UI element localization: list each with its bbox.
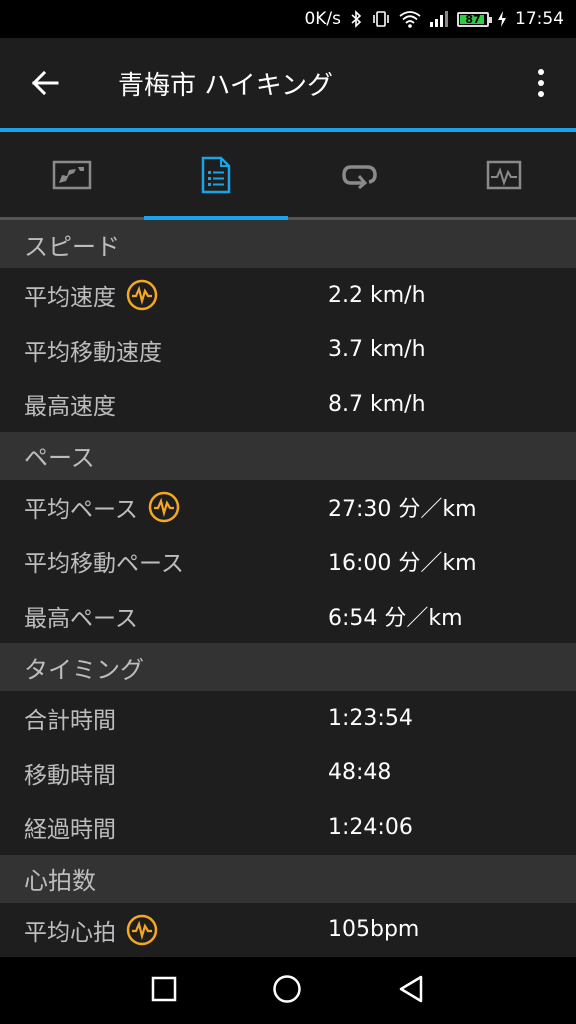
tab-charts[interactable] xyxy=(432,132,576,217)
wifi-icon xyxy=(399,10,421,28)
charging-icon xyxy=(497,10,507,28)
overflow-menu-button[interactable] xyxy=(506,38,576,128)
battery-icon: 87 xyxy=(457,11,492,27)
stat-value: 3.7 km/h xyxy=(328,337,426,363)
stat-value: 105bpm xyxy=(328,917,420,943)
stat-row: 移動時間 48:48 xyxy=(0,746,576,801)
tab-bar xyxy=(0,132,576,220)
signal-icon xyxy=(429,10,449,28)
stat-row: 平均心拍 105bpm xyxy=(0,903,576,958)
stat-label: 経過時間 xyxy=(24,817,116,844)
system-back-button[interactable] xyxy=(397,974,425,1008)
average-indicator-icon xyxy=(126,280,158,311)
chart-icon xyxy=(486,160,522,189)
stat-row: 平均移動速度 3.7 km/h xyxy=(0,323,576,378)
stat-label: 平均移動ペース xyxy=(24,551,184,578)
section-speed-header: スピード xyxy=(0,220,576,268)
section-timing-header: タイミング xyxy=(0,643,576,691)
arrow-left-icon xyxy=(31,70,59,96)
app-bar: 青梅市 ハイキング xyxy=(0,38,576,128)
tab-laps[interactable] xyxy=(288,132,432,217)
stat-row: 合計時間 1:23:54 xyxy=(0,691,576,746)
stat-row: 最高ペース 6:54 分／km xyxy=(0,589,576,644)
stat-label: 移動時間 xyxy=(24,762,116,789)
stat-row: 最高速度 8.7 km/h xyxy=(0,377,576,432)
stat-label: 平均速度 xyxy=(24,285,116,312)
triangle-back-icon xyxy=(399,975,423,1002)
map-icon xyxy=(52,160,92,189)
average-indicator-icon xyxy=(148,491,180,522)
stat-label: 平均ペース xyxy=(24,496,138,523)
stat-value: 8.7 km/h xyxy=(328,391,426,417)
stat-value: 27:30 分／km xyxy=(328,496,477,522)
stat-value: 2.2 km/h xyxy=(328,282,426,308)
stat-row: 平均移動ペース 16:00 分／km xyxy=(0,534,576,589)
stat-label: 平均移動速度 xyxy=(24,339,162,366)
recents-button[interactable] xyxy=(151,976,177,1006)
stat-value: 1:23:54 xyxy=(328,705,413,731)
square-icon xyxy=(151,976,177,1001)
network-speed: 0K/s xyxy=(304,9,341,29)
clock: 17:54 xyxy=(515,9,564,29)
vibrate-icon xyxy=(371,10,391,28)
laps-icon xyxy=(342,164,377,189)
stat-value: 1:24:06 xyxy=(328,814,413,840)
document-list-icon xyxy=(201,156,231,193)
tab-details[interactable] xyxy=(144,132,288,220)
bluetooth-icon xyxy=(349,10,363,28)
activity-stats[interactable]: スピード 平均速度 2.2 km/h 平均移動速度 3.7 km/h 最高速度 … xyxy=(0,220,576,957)
stat-row: 平均ペース 27:30 分／km xyxy=(0,480,576,535)
stat-label: 合計時間 xyxy=(24,708,116,735)
stat-value: 48:48 xyxy=(328,760,392,786)
stat-row: 平均速度 2.2 km/h xyxy=(0,268,576,323)
status-bar: 0K/s 87 17:54 xyxy=(0,0,576,38)
stat-value: 6:54 分／km xyxy=(328,605,463,631)
average-indicator-icon xyxy=(126,914,158,945)
tab-map[interactable] xyxy=(0,132,144,217)
more-vertical-icon xyxy=(538,69,544,97)
stat-label: 最高速度 xyxy=(24,394,116,421)
stat-row: 経過時間 1:24:06 xyxy=(0,800,576,855)
section-heart-rate-header: 心拍数 xyxy=(0,854,576,903)
battery-level: 87 xyxy=(465,12,481,26)
stat-label: 最高ペース xyxy=(24,605,138,632)
circle-icon xyxy=(273,974,301,1003)
stat-value: 16:00 分／km xyxy=(328,551,477,577)
stat-label: 平均心拍 xyxy=(24,919,116,946)
section-pace-header: ペース xyxy=(0,431,576,480)
system-nav-bar xyxy=(0,957,576,1024)
page-title: 青梅市 ハイキング xyxy=(118,70,333,101)
back-button[interactable] xyxy=(0,38,90,128)
home-button[interactable] xyxy=(272,974,302,1008)
